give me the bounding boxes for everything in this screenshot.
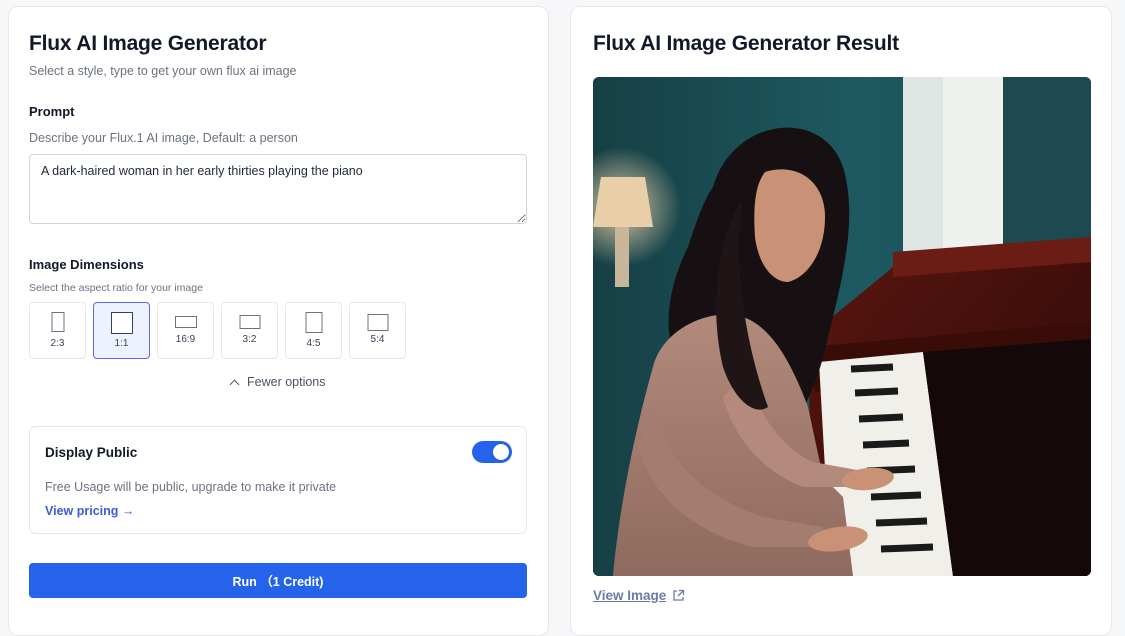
ratio-label: 2:3 xyxy=(50,338,65,349)
generated-image[interactable] xyxy=(593,77,1091,576)
ratio-label: 3:2 xyxy=(242,334,257,345)
ratio-option-3-2[interactable]: 3:2 xyxy=(221,302,278,359)
display-public-title: Display Public xyxy=(45,445,138,460)
display-public-description: Free Usage will be public, upgrade to ma… xyxy=(45,480,337,494)
ratio-label: 5:4 xyxy=(370,334,385,345)
ratio-label: 4:5 xyxy=(306,338,321,349)
ratio-shape-icon xyxy=(239,315,260,329)
result-title: Flux AI Image Generator Result xyxy=(593,32,899,55)
result-card: Flux AI Image Generator Result View Imag… xyxy=(570,6,1112,636)
toggle-knob xyxy=(493,444,509,460)
ratio-option-1-1[interactable]: 1:1 xyxy=(93,302,150,359)
prompt-label: Prompt xyxy=(29,104,75,119)
dimensions-hint: Select the aspect ratio for your image xyxy=(29,282,203,294)
generated-image-illustration xyxy=(593,77,1091,576)
display-public-panel: Display Public Free Usage will be public… xyxy=(29,426,527,534)
ratio-shape-icon xyxy=(367,314,388,331)
generator-form-card: Flux AI Image Generator Select a style, … xyxy=(8,6,549,636)
view-pricing-link[interactable]: View pricing → xyxy=(45,504,134,518)
chevron-up-icon xyxy=(229,379,240,389)
ratio-shape-icon xyxy=(110,312,133,334)
ratio-label: 16:9 xyxy=(175,334,196,345)
display-public-toggle[interactable] xyxy=(472,441,512,463)
aspect-ratio-options: 2:3 1:1 16:9 3:2 4:5 5:4 xyxy=(29,302,406,359)
ratio-option-5-4[interactable]: 5:4 xyxy=(349,302,406,359)
prompt-hint: Describe your Flux.1 AI image, Default: … xyxy=(29,131,298,145)
ratio-option-2-3[interactable]: 2:3 xyxy=(29,302,86,359)
view-image-link[interactable]: View Image xyxy=(593,588,685,603)
run-button[interactable]: Run （1 Credit) xyxy=(29,563,527,598)
prompt-input[interactable]: A dark-haired woman in her early thirtie… xyxy=(29,154,527,224)
view-image-label: View Image xyxy=(593,588,667,603)
form-title: Flux AI Image Generator xyxy=(29,32,267,55)
ratio-shape-icon xyxy=(305,312,322,333)
ratio-shape-icon xyxy=(174,316,197,328)
form-subtitle: Select a style, type to get your own flu… xyxy=(29,64,297,78)
ratio-label: 1:1 xyxy=(114,338,129,349)
external-link-icon xyxy=(673,589,685,601)
ratio-option-16-9[interactable]: 16:9 xyxy=(157,302,214,359)
fewer-options-label: Fewer options xyxy=(247,375,326,389)
fewer-options-toggle[interactable]: Fewer options xyxy=(229,375,326,389)
ratio-option-4-5[interactable]: 4:5 xyxy=(285,302,342,359)
ratio-shape-icon xyxy=(51,312,64,332)
dimensions-label: Image Dimensions xyxy=(29,257,144,272)
